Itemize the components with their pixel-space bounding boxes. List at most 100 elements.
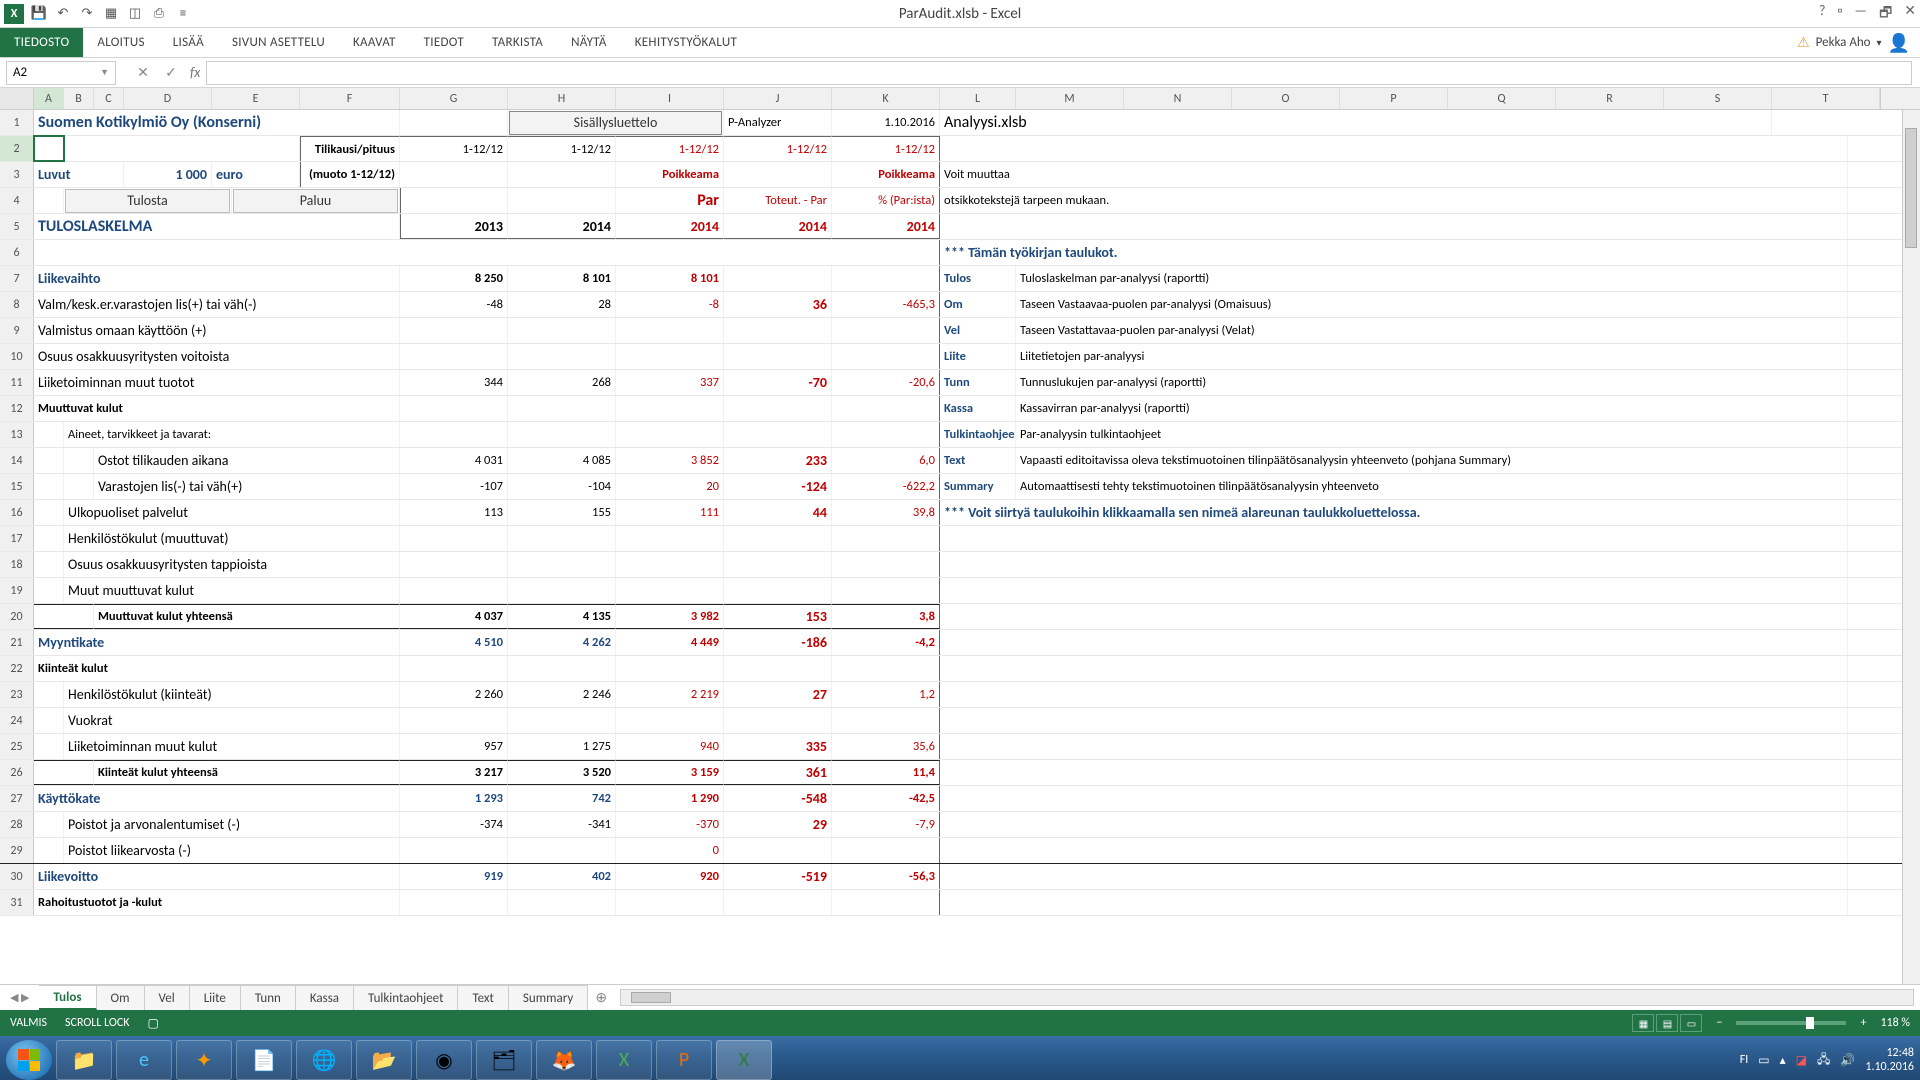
cell[interactable]: Poikkeama (616, 162, 724, 187)
row-header[interactable]: 14 (0, 448, 34, 473)
ribbon-options-icon[interactable]: ▫ (1837, 2, 1842, 26)
add-sheet-icon[interactable]: ⊕ (588, 985, 614, 1010)
tab-aloitus[interactable]: ALOITUS (83, 28, 158, 57)
cell[interactable]: 1,2 (832, 682, 940, 707)
cell[interactable]: 3 217 (400, 760, 508, 785)
cell[interactable]: 2014 (508, 214, 616, 239)
cell[interactable]: -548 (724, 786, 832, 811)
row-header[interactable]: 19 (0, 578, 34, 603)
cell[interactable]: -56,3 (832, 864, 940, 889)
zoom-slider[interactable] (1736, 1021, 1846, 1025)
file-label[interactable]: Analyysi.xlsb (940, 110, 1772, 135)
cell[interactable]: 35,6 (832, 734, 940, 759)
row-header[interactable]: 18 (0, 552, 34, 577)
cell[interactable]: 6,0 (832, 448, 940, 473)
zoom-level[interactable]: 118 % (1880, 1016, 1910, 1030)
redo-icon[interactable]: ↷ (78, 5, 96, 23)
restore-icon[interactable]: 🗗 (1879, 2, 1892, 26)
cell[interactable]: Voit muuttaa (940, 162, 1848, 187)
link-om[interactable]: Om (940, 292, 1016, 317)
sheet-tab-tunn[interactable]: Tunn (241, 985, 296, 1010)
cell[interactable]: Aineet, tarvikkeet ja tavarat: (64, 422, 400, 447)
col-header[interactable]: A (34, 88, 64, 109)
taskbar-item[interactable]: 📄 (236, 1040, 292, 1080)
taskbar-item[interactable]: ✦ (176, 1040, 232, 1080)
cell[interactable]: 20 (616, 474, 724, 499)
cell[interactable]: Muuttuvat kulut (34, 396, 400, 421)
cell[interactable]: TULOSLASKELMA (34, 214, 400, 239)
cell[interactable]: 153 (724, 604, 832, 629)
cell[interactable]: 1-12/12 (616, 136, 724, 161)
cell[interactable]: Kassavirran par-analyysi (raportti) (1016, 396, 1848, 421)
cell[interactable]: 2 219 (616, 682, 724, 707)
col-header[interactable]: O (1232, 88, 1340, 109)
cell[interactable]: 8 101 (616, 266, 724, 291)
cell[interactable]: Kiinteät kulut (34, 656, 400, 681)
cell[interactable]: Henkilöstökulut (kiinteät) (64, 682, 400, 707)
close-icon[interactable]: ✕ (1904, 2, 1916, 26)
sheet-tab-liite[interactable]: Liite (190, 985, 241, 1010)
col-header[interactable]: F (300, 88, 400, 109)
cell[interactable]: Ulkopuoliset palvelut (64, 500, 400, 525)
taskbar-excel-icon[interactable]: X (716, 1040, 772, 1080)
tab-kehitystyokalut[interactable]: KEHITYSTYÖKALUT (621, 28, 751, 57)
row-header[interactable]: 26 (0, 760, 34, 785)
row-header[interactable]: 10 (0, 344, 34, 369)
cell[interactable]: Rahoitustuotot ja -kulut (34, 890, 400, 915)
cell[interactable]: 3,8 (832, 604, 940, 629)
vertical-scrollbar[interactable] (1902, 110, 1920, 984)
tray-lang[interactable]: FI (1740, 1053, 1749, 1067)
tray-clock[interactable]: 12:48 1.10.2016 (1865, 1046, 1914, 1074)
cell[interactable]: 1 293 (400, 786, 508, 811)
cell[interactable]: 4 449 (616, 630, 724, 655)
cell[interactable]: 233 (724, 448, 832, 473)
row-header[interactable]: 3 (0, 162, 34, 187)
cell[interactable]: % (Par:ista) (832, 188, 940, 213)
sisallysluettelo-button[interactable]: Sisällysluettelo (509, 111, 722, 135)
cell[interactable]: 361 (724, 760, 832, 785)
cell[interactable]: 2014 (616, 214, 724, 239)
horizontal-scrollbar[interactable] (620, 989, 1914, 1006)
company-title[interactable]: Suomen Kotikylmiö Oy (Konserni) (34, 110, 400, 135)
cell[interactable]: 3 852 (616, 448, 724, 473)
undo-icon[interactable]: ↶ (54, 5, 72, 23)
cell[interactable]: Osuus osakkuusyritysten voitoista (34, 344, 400, 369)
cell[interactable]: Valmistus omaan käyttöön (+) (34, 318, 400, 343)
taskbar-ie-icon[interactable]: e (116, 1040, 172, 1080)
cell[interactable]: Par-analyysin tulkintaohjeet (1016, 422, 1848, 447)
cell[interactable]: 4 262 (508, 630, 616, 655)
sheet-tab-text[interactable]: Text (458, 985, 508, 1010)
cell[interactable]: 940 (616, 734, 724, 759)
cell[interactable]: Vapaasti editoitavissa oleva tekstimuoto… (1016, 448, 1848, 473)
user-account[interactable]: ⚠ Pekka Aho ▾ 👤 (1797, 28, 1910, 57)
tray-av-icon[interactable]: ◪ (1796, 1053, 1807, 1068)
col-header[interactable]: M (1016, 88, 1124, 109)
cell[interactable]: 919 (400, 864, 508, 889)
cell[interactable]: -186 (724, 630, 832, 655)
taskbar-powerpoint-icon[interactable]: P (656, 1040, 712, 1080)
cell[interactable]: Poistot ja arvonalentumiset (-) (64, 812, 400, 837)
cell[interactable]: 36 (724, 292, 832, 317)
cell[interactable]: 2014 (832, 214, 940, 239)
taskbar-firefox-icon[interactable]: 🦊 (536, 1040, 592, 1080)
cell[interactable]: *** Tämän työkirjan taulukot. (940, 240, 1848, 265)
cell[interactable]: Varastojen lis(-) tai väh(+) (94, 474, 400, 499)
cell[interactable]: -622,2 (832, 474, 940, 499)
cell[interactable]: 1-12/12 (724, 136, 832, 161)
row-header[interactable]: 11 (0, 370, 34, 395)
link-summary[interactable]: Summary (940, 474, 1016, 499)
cell[interactable]: -48 (400, 292, 508, 317)
sheet-tab-tulos[interactable]: Tulos (39, 985, 96, 1010)
cell[interactable]: 8 250 (400, 266, 508, 291)
cell[interactable]: Toteut. - Par (724, 188, 832, 213)
chevron-down-icon[interactable]: ▼ (100, 67, 109, 78)
tray-chevron-up-icon[interactable]: ▴ (1780, 1053, 1786, 1068)
cell[interactable]: 11,4 (832, 760, 940, 785)
cell[interactable]: 1 275 (508, 734, 616, 759)
cell[interactable]: Liikevoitto (34, 864, 400, 889)
cell[interactable]: Liikevaihto (34, 266, 400, 291)
cell[interactable]: 2013 (400, 214, 508, 239)
col-header[interactable]: D (124, 88, 212, 109)
row-header[interactable]: 4 (0, 188, 34, 213)
cell[interactable]: 1 290 (616, 786, 724, 811)
